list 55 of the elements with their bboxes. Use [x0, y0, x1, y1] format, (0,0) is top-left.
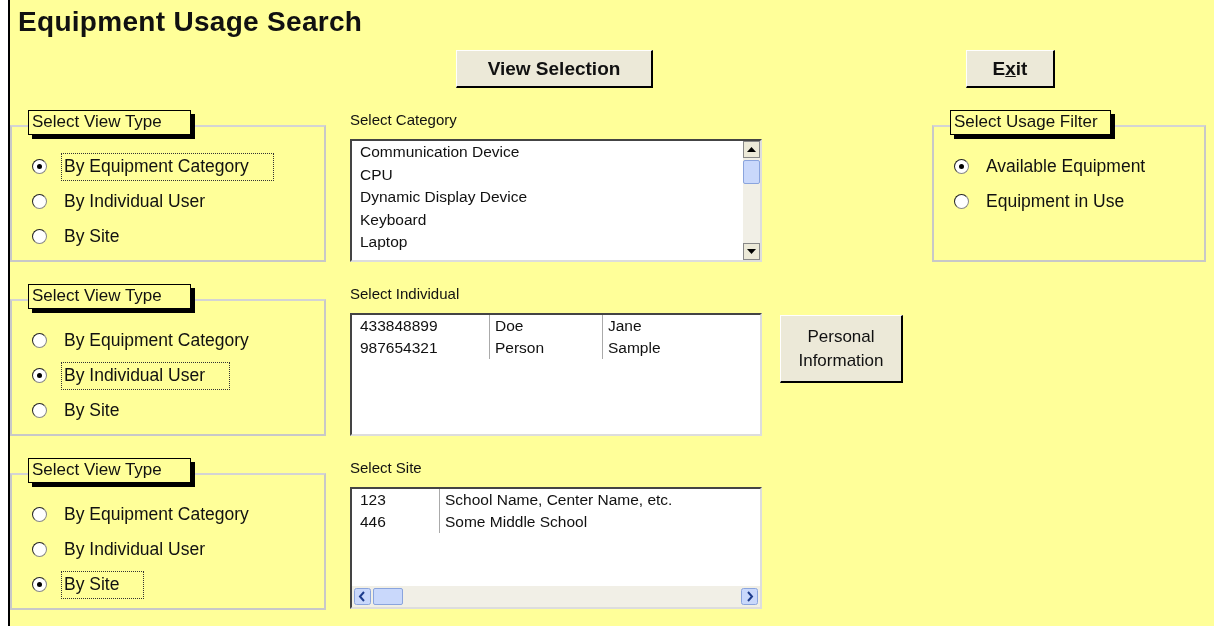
radio-label[interactable]: Available Equipment: [983, 152, 1151, 181]
radio-button[interactable]: [32, 194, 47, 209]
list-cell: 987654321: [360, 337, 490, 359]
radio-label[interactable]: By Individual User: [61, 187, 211, 216]
list-label: Select Site: [350, 459, 423, 478]
radio-label[interactable]: By Site: [61, 396, 125, 425]
radio-button[interactable]: [32, 159, 47, 174]
personal-information-button[interactable]: Personal Information: [780, 315, 903, 383]
radio-button[interactable]: [32, 403, 47, 418]
list-label: Select Individual: [350, 285, 461, 304]
horizontal-scrollbar[interactable]: [352, 586, 760, 607]
radio-label[interactable]: By Equipment Category: [61, 500, 254, 529]
radio-label[interactable]: By Site: [61, 222, 125, 251]
scroll-down-icon[interactable]: [743, 243, 760, 260]
list-box[interactable]: 433848899 Doe Jane 987654321 Person Sample: [350, 313, 762, 436]
radio-button[interactable]: [32, 507, 47, 522]
list-cell: 446: [360, 511, 440, 533]
list-cell-text: Jane: [607, 316, 643, 336]
radio-label[interactable]: By Site: [61, 570, 145, 599]
list-label: Select Category: [350, 111, 458, 130]
list-cell-text: Sample: [607, 338, 662, 358]
list-cell: 123: [360, 489, 440, 511]
vertical-scrollbar[interactable]: [743, 141, 760, 260]
scroll-up-icon[interactable]: [743, 141, 760, 158]
list-box[interactable]: Communication Device CPU Dynamic Display Device Keyboard Laptop: [350, 139, 762, 262]
list-cell-text: School Name, Center Name, etc.: [444, 490, 674, 510]
scroll-right-icon[interactable]: [741, 588, 758, 605]
radio-label[interactable]: Equipment in Use: [983, 187, 1130, 216]
radio-label[interactable]: By Equipment Category: [61, 326, 254, 355]
radio-button[interactable]: [32, 368, 47, 383]
radio-label[interactable]: By Equipment Category: [61, 152, 274, 181]
radio-label[interactable]: By Individual User: [61, 361, 231, 390]
radio-button[interactable]: [32, 333, 47, 348]
list-item[interactable]: CPU: [360, 163, 735, 186]
list-item[interactable]: Keyboard: [360, 208, 735, 231]
view-selection-button[interactable]: View Selection: [456, 50, 653, 88]
radio-button[interactable]: [32, 542, 47, 557]
list-item[interactable]: Dynamic Display Device: [360, 186, 735, 209]
radio-button[interactable]: [32, 229, 47, 244]
list-cell: Doe: [490, 315, 603, 337]
list-box[interactable]: 123 School Name, Center Name, etc. 446 Some Middle School: [350, 487, 762, 609]
exit-button[interactable]: Exit: [966, 50, 1055, 88]
radio-label[interactable]: By Individual User: [61, 535, 211, 564]
radio-button[interactable]: [32, 577, 47, 592]
list-cell: Person: [490, 337, 603, 359]
list-item[interactable]: Communication Device: [360, 141, 735, 164]
list-cell-text: Some Middle School: [444, 512, 589, 532]
scroll-thumb[interactable]: [373, 588, 403, 605]
radio-button[interactable]: [954, 159, 969, 174]
scroll-left-icon[interactable]: [354, 588, 371, 605]
list-item[interactable]: Laptop: [360, 231, 735, 254]
list-cell: 433848899: [360, 315, 490, 337]
window-title: Equipment Usage Search: [17, 5, 364, 38]
radio-button[interactable]: [954, 194, 969, 209]
scroll-thumb[interactable]: [743, 160, 760, 184]
